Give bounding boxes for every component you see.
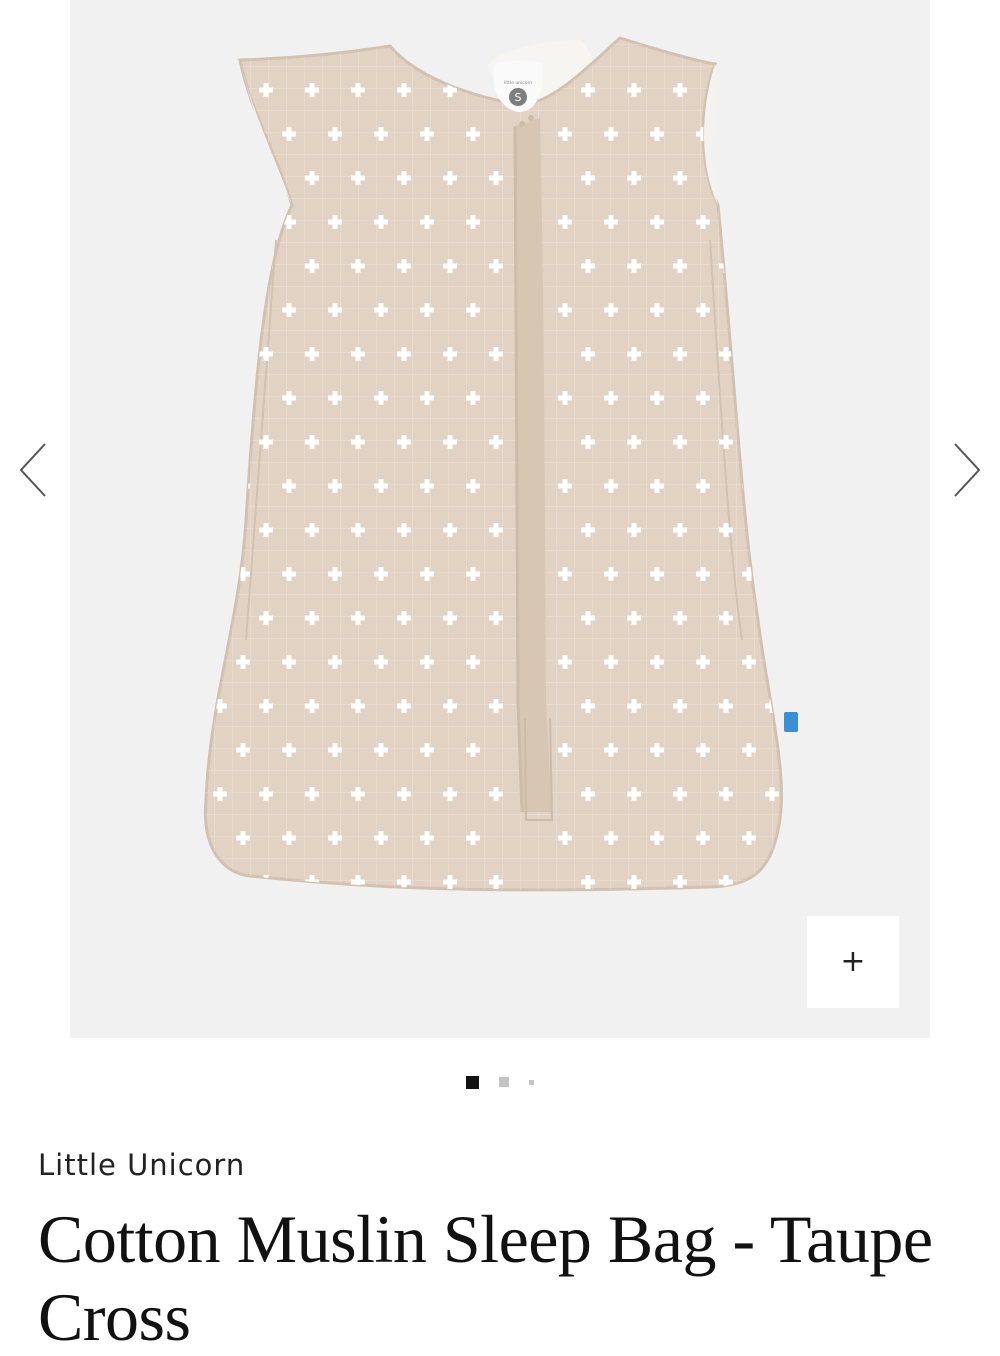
fabric-cross-print <box>236 919 250 933</box>
fabric-cross-print <box>834 831 848 845</box>
plus-icon: + <box>840 944 866 979</box>
fabric-cross-print <box>811 699 825 713</box>
fabric-cross-print <box>788 567 802 581</box>
fabric-cross-print <box>765 875 779 889</box>
fabric-cross-print <box>788 919 802 933</box>
fabric-cross-print <box>213 347 227 361</box>
fabric-cross-print <box>259 171 273 185</box>
fabric-cross-print <box>328 919 342 933</box>
chevron-right-icon <box>954 443 981 497</box>
fabric-cross-print <box>742 215 756 229</box>
fabric-cross-print <box>834 303 848 317</box>
fabric-cross-print <box>742 391 756 405</box>
fabric-cross-print <box>420 919 434 933</box>
next-image-button[interactable] <box>942 430 992 510</box>
fabric-cross-print <box>788 303 802 317</box>
fabric-cross-print <box>650 919 664 933</box>
fabric-cross-print <box>788 215 802 229</box>
chevron-left-icon <box>19 443 46 497</box>
svg-text:S: S <box>515 91 522 104</box>
fabric-cross-print <box>811 171 825 185</box>
fabric-cross-print <box>719 83 733 97</box>
fabric-cross-print <box>811 611 825 625</box>
product-image-frame: S little unicorn <box>70 0 930 1038</box>
fabric-cross-print <box>811 875 825 889</box>
fabric-cross-print <box>742 127 756 141</box>
previous-image-button[interactable] <box>8 430 58 510</box>
fabric-cross-print <box>788 655 802 669</box>
fabric-cross-print <box>788 479 802 493</box>
fabric-cross-print <box>236 303 250 317</box>
fabric-cross-print <box>788 743 802 757</box>
svg-text:little unicorn: little unicorn <box>504 80 532 86</box>
fabric-cross-print <box>834 215 848 229</box>
product-gallery: S little unicorn + <box>0 0 1000 1040</box>
fabric-cross-print <box>765 523 779 537</box>
fabric-cross-print <box>811 435 825 449</box>
fabric-cross-print <box>466 919 480 933</box>
fabric-cross-print <box>765 435 779 449</box>
fabric-cross-print <box>236 127 250 141</box>
zoom-button[interactable]: + <box>807 916 899 1008</box>
product-brand[interactable]: Little Unicorn <box>38 1148 245 1182</box>
pagination-dot-2[interactable] <box>499 1077 509 1087</box>
fabric-cross-print <box>282 919 296 933</box>
fabric-cross-print <box>696 919 710 933</box>
fabric-cross-print <box>213 259 227 273</box>
gallery-pagination <box>0 1074 1000 1090</box>
fabric-cross-print <box>834 743 848 757</box>
pagination-dot-3[interactable] <box>529 1079 534 1085</box>
fabric-cross-print <box>811 83 825 97</box>
fabric-cross-print <box>765 171 779 185</box>
fabric-cross-print <box>788 391 802 405</box>
fabric-cross-print <box>834 567 848 581</box>
fabric-cross-print <box>213 523 227 537</box>
fabric-cross-print <box>719 171 733 185</box>
fabric-cross-print <box>213 435 227 449</box>
pagination-dot-1[interactable] <box>466 1075 479 1089</box>
fabric-cross-print <box>811 259 825 273</box>
fabric-cross-print <box>834 479 848 493</box>
fabric-cross-print <box>213 875 227 889</box>
fabric-cross-print <box>374 919 388 933</box>
fabric-cross-print <box>213 83 227 97</box>
fabric-cross-print <box>765 83 779 97</box>
fabric-cross-print <box>213 611 227 625</box>
fabric-cross-print <box>834 655 848 669</box>
fabric-cross-print <box>834 127 848 141</box>
fabric-cross-print <box>765 611 779 625</box>
fabric-cross-print <box>834 391 848 405</box>
fabric-cross-print <box>558 919 572 933</box>
fabric-cross-print <box>742 919 756 933</box>
fabric-cross-print <box>213 171 227 185</box>
fabric-cross-print <box>604 919 618 933</box>
fabric-cross-print <box>788 127 802 141</box>
fabric-cross-print <box>811 787 825 801</box>
fabric-cross-print <box>788 831 802 845</box>
fabric-cross-print <box>765 259 779 273</box>
product-image[interactable]: S little unicorn <box>70 0 930 1038</box>
fabric-cross-print <box>236 391 250 405</box>
fabric-cross-print <box>742 303 756 317</box>
fabric-cross-print <box>765 347 779 361</box>
fabric-cross-print <box>811 523 825 537</box>
fabric-cross-print <box>811 347 825 361</box>
fabric-cross-print <box>236 215 250 229</box>
